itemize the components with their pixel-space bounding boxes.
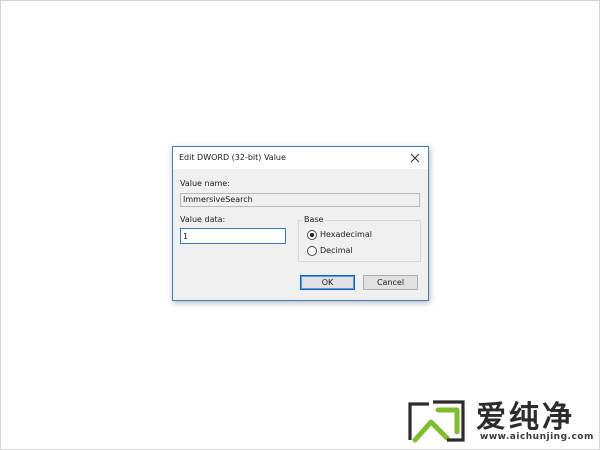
site-watermark-logo: 爱纯净 www.aichunjing.com — [404, 392, 600, 450]
brand-logo-icon — [408, 400, 465, 443]
radio-hexadecimal-label: Hexadecimal — [320, 230, 372, 239]
base-groupbox — [298, 220, 421, 262]
close-icon — [410, 153, 420, 163]
cancel-button[interactable]: Cancel — [363, 275, 418, 290]
ok-button[interactable]: OK — [300, 275, 355, 290]
brand-url: www.aichunjing.com — [480, 432, 594, 442]
close-button[interactable] — [404, 148, 426, 168]
radio-circle-icon — [307, 246, 317, 256]
dialog-title: Edit DWORD (32-bit) Value — [179, 153, 286, 162]
value-name-field: ImmersiveSearch — [180, 193, 420, 207]
dialog-titlebar[interactable]: Edit DWORD (32-bit) Value — [173, 147, 428, 169]
value-data-input[interactable] — [180, 228, 286, 244]
radio-decimal-label: Decimal — [320, 246, 353, 255]
value-name-label: Value name: — [180, 179, 230, 188]
edit-dword-dialog: Edit DWORD (32-bit) Value Value name: Im… — [172, 146, 429, 301]
radio-selected-dot-icon — [310, 233, 314, 237]
base-legend: Base — [302, 215, 326, 224]
value-data-label: Value data: — [180, 215, 226, 224]
radio-circle-icon — [307, 230, 317, 240]
brand-text: 爱纯净 — [476, 400, 575, 435]
